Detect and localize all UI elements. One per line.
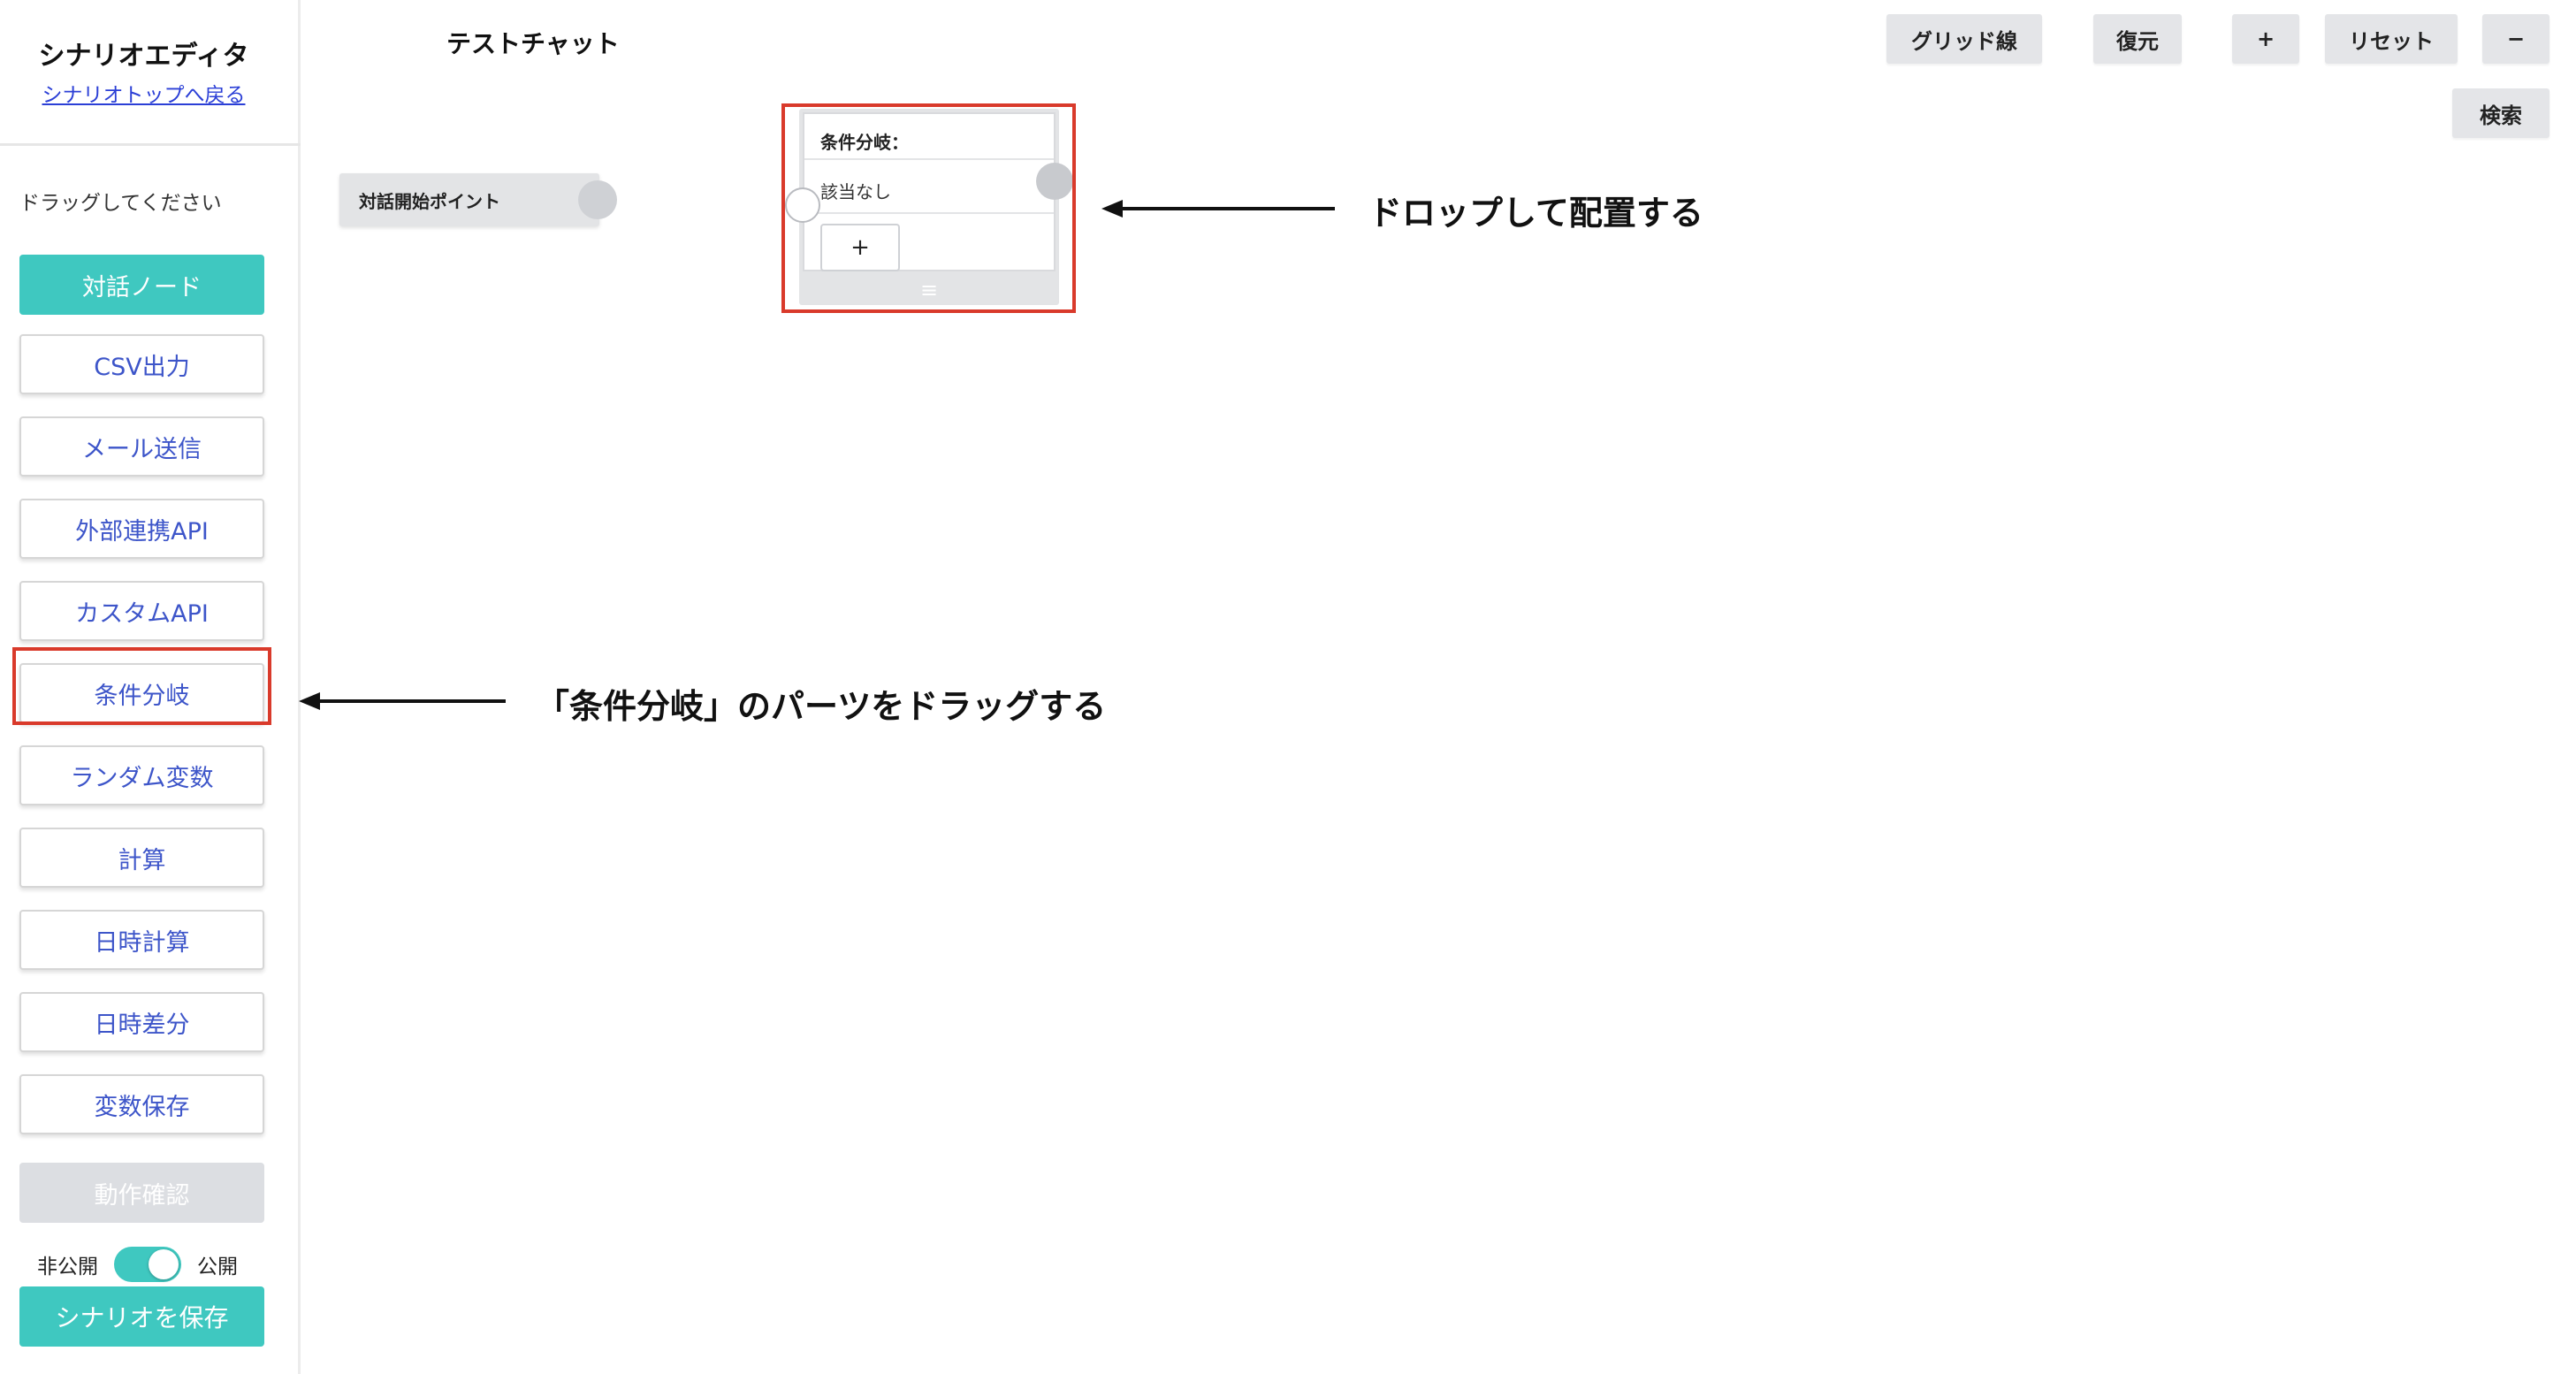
- drag-arrow-icon: [299, 692, 506, 710]
- drop-annotation: ドロップして配置する: [1368, 194, 1703, 233]
- drop-arrow-icon: [1101, 200, 1335, 218]
- drag-annotation: 「条件分岐」のパーツをドラッグする: [536, 687, 1107, 726]
- annotation-arrows: [299, 200, 1335, 710]
